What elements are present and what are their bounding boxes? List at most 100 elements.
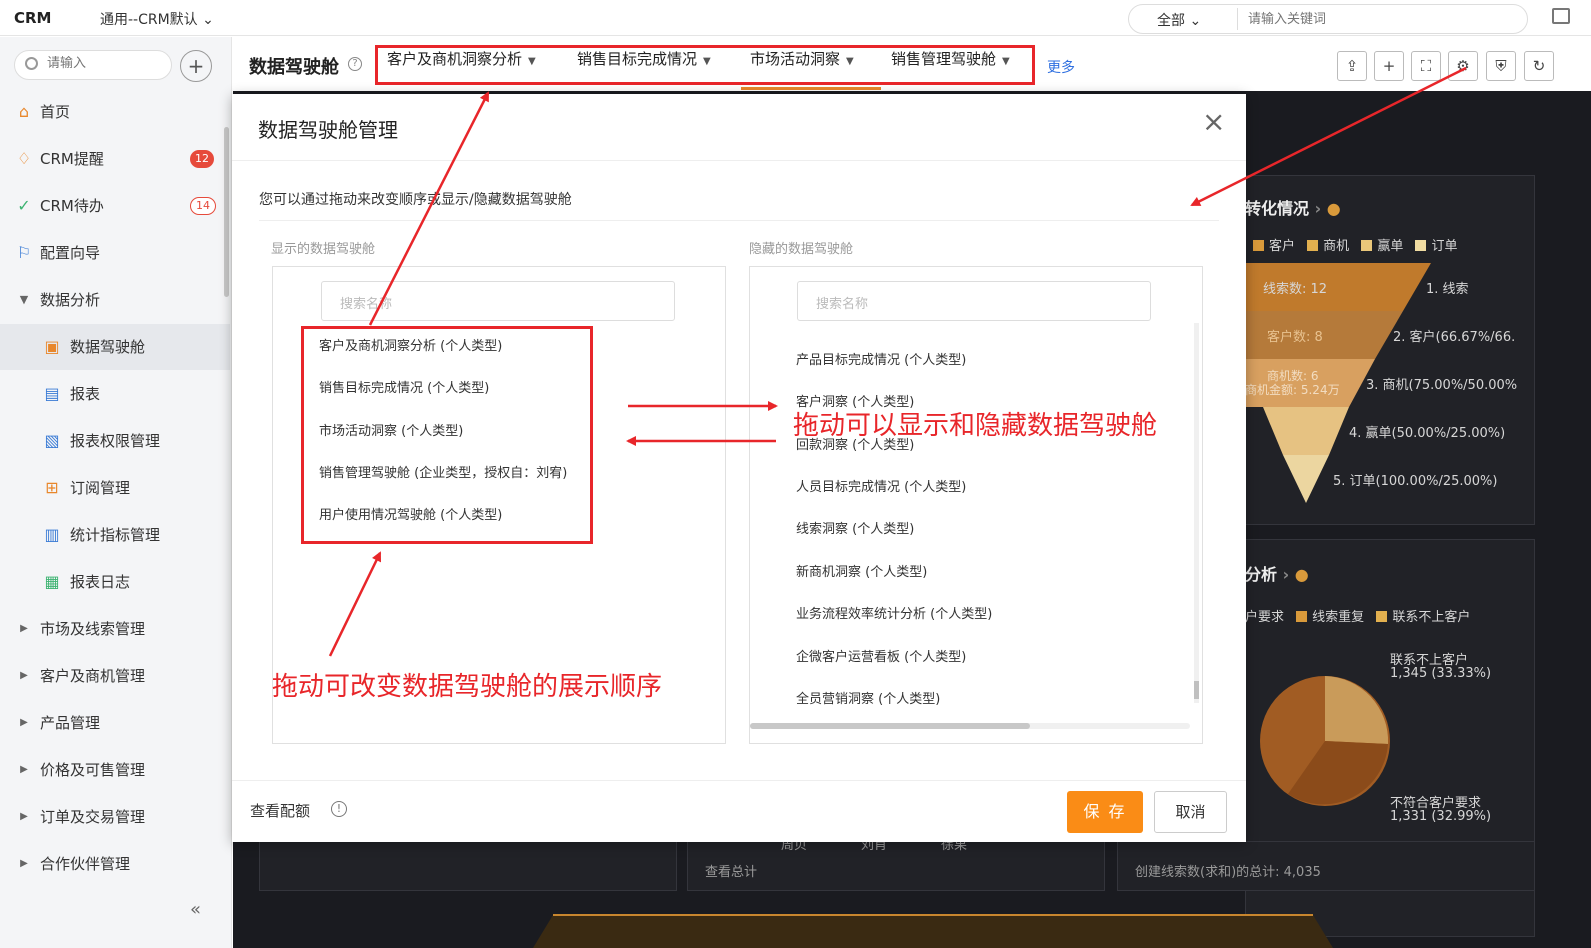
sidebar-item-label: 报表日志 xyxy=(70,573,131,591)
fullscreen-icon[interactable]: ⛶ xyxy=(1411,51,1441,81)
legend-swatch xyxy=(1253,240,1264,251)
shown-list-label: 显示的数据驾驶舱 xyxy=(271,242,376,257)
chevron-down-icon: ⌄ xyxy=(202,12,214,28)
sidebar-item-pricing[interactable]: ▶ 价格及可售管理 xyxy=(0,747,230,793)
hidden-list-hscroll-thumb[interactable] xyxy=(750,723,1030,729)
reminder-count-badge: 12 xyxy=(190,150,214,168)
subscribe-icon: ⊞ xyxy=(45,478,59,497)
view-quota-link[interactable]: 查看配额 xyxy=(250,800,310,821)
divider xyxy=(232,160,1246,161)
funnel-stage-label: 3. 商机(75.00%/50.00% xyxy=(1366,378,1518,393)
search-icon xyxy=(25,57,38,70)
pie-title-text: 分析 xyxy=(1245,565,1278,584)
more-tabs-link[interactable]: 更多 xyxy=(1047,57,1075,77)
app-switcher[interactable]: 通用--CRM默认 ⌄ xyxy=(100,9,214,29)
hidden-list-item[interactable]: 产品目标完成情况 (个人类型) xyxy=(796,349,966,368)
tab-label: 销售管理驾驶舱 xyxy=(891,50,997,68)
sidebar-item-config-guide[interactable]: ⚐ 配置向导 xyxy=(0,230,230,276)
sidebar-item-report-permission[interactable]: ▧ 报表权限管理 xyxy=(0,418,230,464)
shown-items-highlight xyxy=(301,326,593,544)
cancel-button[interactable]: 取消 xyxy=(1154,791,1227,833)
window-icon[interactable] xyxy=(1552,8,1570,24)
sidebar-item-report[interactable]: ▤ 报表 xyxy=(0,371,230,417)
funnel-segment-won xyxy=(1263,407,1349,455)
chevron-right-icon: › xyxy=(1282,565,1290,584)
caret-right-icon: ▶ xyxy=(20,670,28,681)
tab-sales-target[interactable]: 销售目标完成情况 ▼ xyxy=(577,48,711,69)
sidebar-item-product[interactable]: ▶ 产品管理 xyxy=(0,700,230,746)
sidebar-item-home[interactable]: ⌂ 首页 xyxy=(0,89,230,135)
settings-icon[interactable]: ⚙ xyxy=(1448,51,1478,81)
view-total-link[interactable]: 查看总计 xyxy=(705,861,757,880)
sidebar-item-label: 市场及线索管理 xyxy=(40,620,146,638)
report-permission-icon: ▧ xyxy=(44,431,60,450)
caret-right-icon: ▶ xyxy=(20,811,28,822)
funnel-legend: 客户 商机 赢单 订单 xyxy=(1245,235,1457,254)
shield-icon[interactable]: ⛨ xyxy=(1486,51,1516,81)
sidebar-item-label: 客户及商机管理 xyxy=(40,667,146,685)
active-tab-indicator xyxy=(741,87,881,90)
legend-label: 线索重复 xyxy=(1312,610,1365,625)
export-icon[interactable]: ⇪ xyxy=(1337,51,1367,81)
hidden-list-item[interactable]: 企微客户运营看板 (个人类型) xyxy=(796,646,966,665)
sidebar-search[interactable] xyxy=(14,50,172,80)
metric-icon: ▥ xyxy=(44,525,60,544)
legend-swatch xyxy=(1307,240,1319,251)
sidebar-scrollbar[interactable] xyxy=(224,127,229,297)
global-search[interactable]: 全部 ⌄ xyxy=(1128,4,1528,34)
refresh-icon[interactable]: ↻ xyxy=(1524,51,1554,81)
caret-down-icon: ▼ xyxy=(528,56,536,67)
sidebar-search-input[interactable] xyxy=(47,56,157,71)
sidebar-item-data-analysis[interactable]: ▼ 数据分析 xyxy=(0,277,230,323)
tab-label: 销售目标完成情况 xyxy=(577,50,698,68)
funnel-stage-label: 5. 订单(100.00%/25.00%) xyxy=(1333,474,1498,489)
funnel-title-text: 转化情况 xyxy=(1245,199,1310,218)
legend-swatch xyxy=(1296,611,1308,622)
hidden-list-item[interactable]: 业务流程效率统计分析 (个人类型) xyxy=(796,603,992,622)
sidebar-item-crm-reminder[interactable]: ♢ CRM提醒 12 xyxy=(0,136,230,182)
dashboard-icon: ▣ xyxy=(44,337,60,356)
shown-search-input[interactable]: 搜索名称 xyxy=(321,281,675,321)
pie-title: 分析 › ● xyxy=(1245,561,1309,585)
add-icon[interactable]: + xyxy=(1374,51,1404,81)
leads-total-text: 创建线索数(求和)的总计: 4,035 xyxy=(1135,865,1321,880)
pie-slice xyxy=(1325,676,1389,744)
hidden-list-item[interactable]: 人员目标完成情况 (个人类型) xyxy=(796,476,966,495)
tab-market-activity[interactable]: 市场活动洞察 ▼ xyxy=(750,48,854,69)
sidebar-item-subscription[interactable]: ⊞ 订阅管理 xyxy=(0,465,230,511)
sidebar-item-metrics[interactable]: ▥ 统计指标管理 xyxy=(0,512,230,558)
tab-sales-management[interactable]: 销售管理驾驶舱 ▼ xyxy=(891,48,1010,69)
sidebar-item-label: 订阅管理 xyxy=(70,479,131,497)
add-button[interactable]: + xyxy=(180,50,212,82)
sidebar-item-report-log[interactable]: ▦ 报表日志 xyxy=(0,559,230,605)
close-icon[interactable]: × xyxy=(1202,108,1225,136)
sidebar-item-crm-todo[interactable]: ✓ CRM待办 14 xyxy=(0,183,230,229)
help-icon[interactable]: ? xyxy=(348,57,362,71)
hidden-list: 搜索名称 产品目标完成情况 (个人类型) 客户洞察 (个人类型) 回款洞察 (个… xyxy=(749,266,1203,744)
hidden-list-vscroll[interactable] xyxy=(1194,323,1199,703)
legend-label: 户要求 xyxy=(1245,610,1285,625)
hidden-list-item[interactable]: 新商机洞察 (个人类型) xyxy=(796,561,927,580)
hidden-list-item[interactable]: 线索洞察 (个人类型) xyxy=(796,518,914,537)
save-button[interactable]: 保 存 xyxy=(1067,791,1143,833)
sidebar-item-label: 统计指标管理 xyxy=(70,526,161,544)
sidebar-item-label: 产品管理 xyxy=(40,714,101,732)
search-scope-select[interactable]: 全部 ⌄ xyxy=(1157,10,1201,30)
funnel-segment-orders xyxy=(1283,455,1329,503)
sidebar-item-market-leads[interactable]: ▶ 市场及线索管理 xyxy=(0,606,230,652)
global-search-input[interactable] xyxy=(1237,8,1507,30)
sidebar-item-orders[interactable]: ▶ 订单及交易管理 xyxy=(0,794,230,840)
legend-swatch xyxy=(1376,611,1388,622)
caret-down-icon: ▼ xyxy=(846,56,854,67)
sidebar-item-customer-opportunity[interactable]: ▶ 客户及商机管理 xyxy=(0,653,230,699)
sidebar-item-label: 合作伙伴管理 xyxy=(40,855,131,873)
sidebar-item-partners[interactable]: ▶ 合作伙伴管理 xyxy=(0,841,230,887)
hidden-search-input[interactable]: 搜索名称 xyxy=(797,281,1151,321)
hidden-list-vscroll-thumb[interactable] xyxy=(1194,681,1199,699)
collapse-sidebar-icon[interactable]: « xyxy=(190,899,201,920)
sidebar-item-dashboard[interactable]: ▣ 数据驾驶舱 xyxy=(0,324,230,370)
tab-customer-opportunity[interactable]: 客户及商机洞察分析 ▼ xyxy=(387,48,536,69)
info-icon[interactable]: ! xyxy=(331,801,347,817)
hidden-list-item[interactable]: 全员营销洞察 (个人类型) xyxy=(796,688,940,707)
funnel-stage-label: 4. 赢单(50.00%/25.00%) xyxy=(1349,426,1506,441)
